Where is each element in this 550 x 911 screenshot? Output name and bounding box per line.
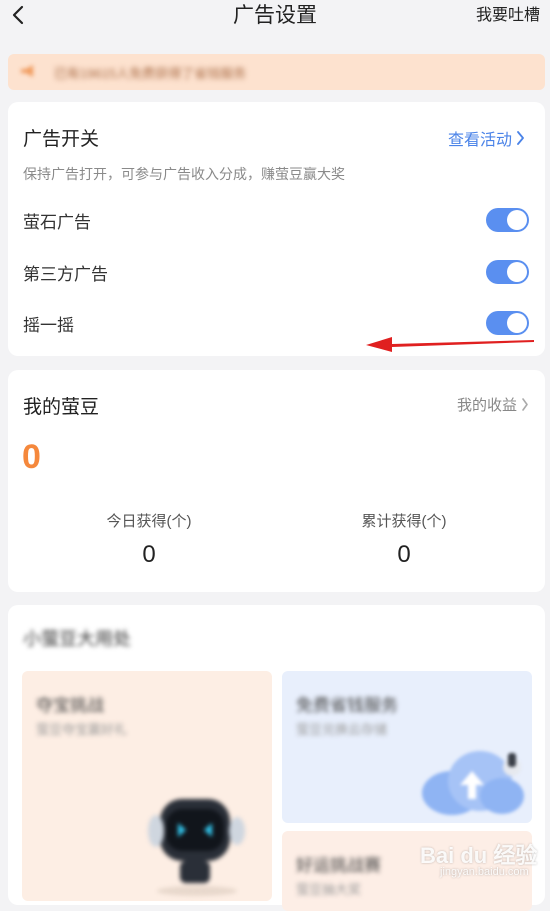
third-party-ad-toggle[interactable] — [486, 260, 529, 284]
toggle-knob — [507, 210, 527, 230]
notice-banner[interactable]: 已有19615人免费获得了省钱服务 — [8, 54, 545, 90]
ad-row-ezviz: 萤石广告 — [23, 205, 529, 235]
view-activity-label: 查看活动 — [447, 132, 512, 149]
ad-switch-card: 广告开关 查看活动 保持广告打开，可参与广告收入分成，赚萤豆赢大奖 萤石广告 第… — [8, 102, 545, 356]
today-earned-value: 0 — [142, 541, 156, 568]
baidu-watermark-url: jingyan.baidu.com — [440, 866, 529, 878]
bean-total-value: 0 — [22, 438, 41, 476]
my-income-link[interactable]: 我的收益 — [457, 394, 529, 415]
cumulative-earned-value: 0 — [397, 541, 411, 568]
feedback-link[interactable]: 我要吐槽 — [476, 4, 540, 28]
my-income-label: 我的收益 — [456, 397, 517, 414]
ad-row-label: 摇一摇 — [23, 315, 74, 335]
my-beans-title: 我的萤豆 — [23, 397, 100, 418]
robot-camera-icon — [148, 799, 245, 896]
annotation-arrow — [366, 337, 534, 352]
activities-title: 小萤豆大用处 — [23, 629, 131, 649]
tile-title: 好运挑战赛 — [296, 856, 381, 875]
chevron-right-icon — [517, 131, 524, 145]
notice-text: 已有19615人免费获得了省钱服务 — [54, 66, 247, 81]
tile-subtitle: 萤豆夺宝赢好礼 — [36, 722, 128, 737]
my-beans-card: 我的萤豆 我的收益 0 今日获得(个) 0 累计获得(个) 0 — [8, 370, 545, 592]
tile-subtitle: 萤豆兑换云存储 — [296, 722, 388, 737]
megaphone-icon — [21, 65, 33, 77]
activity-tile-treasure[interactable]: 夺宝挑战 萤豆夺宝赢好礼 — [22, 671, 272, 901]
tile-subtitle: 萤豆抽大奖 — [296, 882, 362, 897]
today-earned-label: 今日获得(个) — [106, 513, 192, 530]
chevron-right-icon — [522, 398, 528, 411]
activity-tile-free-service[interactable]: 免费省钱服务 萤豆兑换云存储 — [282, 671, 532, 823]
tile-title: 夺宝挑战 — [36, 696, 104, 715]
cloud-upload-icon — [422, 751, 524, 815]
ad-row-label: 萤石广告 — [23, 212, 91, 232]
ad-row-third-party: 第三方广告 — [23, 257, 529, 287]
toggle-knob — [507, 262, 527, 282]
cumulative-earned-stat: 累计获得(个) 0 — [304, 510, 504, 569]
tile-title: 免费省钱服务 — [296, 696, 398, 715]
view-activity-link[interactable]: 查看活动 — [448, 126, 525, 150]
ad-switch-description: 保持广告打开，可参与广告收入分成，赚萤豆赢大奖 — [23, 166, 345, 182]
ad-switch-title: 广告开关 — [23, 129, 100, 150]
ezviz-ad-toggle[interactable] — [486, 208, 529, 232]
top-bar: 广告设置 我要吐槽 — [0, 0, 550, 36]
page-title: 广告设置 — [233, 4, 317, 27]
cumulative-earned-label: 累计获得(个) — [361, 513, 447, 530]
today-earned-stat: 今日获得(个) 0 — [49, 510, 249, 569]
ad-row-label: 第三方广告 — [23, 264, 108, 284]
